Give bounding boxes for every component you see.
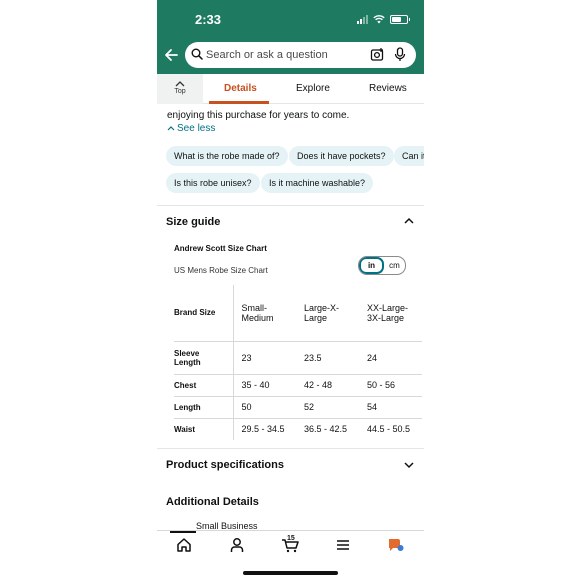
divider	[157, 448, 424, 449]
unit-cm-button[interactable]: cm	[384, 257, 405, 274]
question-chip[interactable]: Is this robe unisex?	[166, 173, 260, 193]
product-specs-title[interactable]: Product specifications	[166, 459, 284, 471]
table-cell: 54	[359, 396, 422, 419]
camera-scan-icon[interactable]	[370, 47, 385, 62]
table-header-cell: Large-X- Large	[296, 285, 359, 342]
table-cell: 23.5	[296, 341, 359, 375]
product-tabs: Top Details Explore Reviews	[157, 74, 424, 104]
table-cell: 42 - 48	[296, 374, 359, 397]
unit-toggle: in cm	[358, 256, 406, 275]
search-input[interactable]: Search or ask a question	[206, 49, 328, 61]
back-arrow-icon[interactable]	[163, 46, 179, 64]
size-guide-title[interactable]: Size guide	[166, 216, 220, 228]
divider	[157, 205, 424, 206]
table-cell: 50	[233, 396, 296, 419]
additional-details-title: Additional Details	[166, 496, 259, 508]
status-time: 2:33	[195, 12, 222, 27]
question-chip[interactable]: Can it	[394, 146, 424, 166]
description-text: enjoying this purchase for years to come…	[167, 110, 350, 121]
table-header-cell: Small- Medium	[233, 285, 296, 342]
cart-count-badge: 15	[287, 535, 295, 542]
table-row-label: Chest	[174, 374, 234, 397]
home-icon[interactable]	[176, 537, 192, 553]
search-icon	[191, 48, 203, 60]
table-row: Waist 29.5 - 34.5 36.5 - 42.5 44.5 - 50.…	[174, 418, 422, 440]
see-less-link[interactable]: See less	[167, 123, 215, 134]
tab-top-label: Top	[174, 88, 186, 95]
tab-top[interactable]: Top	[168, 80, 192, 95]
chevron-up-icon[interactable]	[404, 216, 414, 226]
tab-explore[interactable]: Explore	[296, 83, 330, 94]
question-chip[interactable]: What is the robe made of?	[166, 146, 288, 166]
table-header-label: Brand Size	[174, 285, 234, 342]
see-less-label: See less	[177, 123, 216, 134]
table-cell: 35 - 40	[233, 374, 296, 397]
table-cell: 36.5 - 42.5	[304, 424, 348, 435]
table-cell: 52	[296, 396, 359, 419]
microphone-icon[interactable]	[394, 47, 406, 62]
table-row-label: Waist	[174, 418, 234, 440]
chevron-up-icon	[167, 126, 175, 131]
table-cell: 44.5 - 50.5	[367, 424, 411, 435]
table-cell: 24	[359, 341, 422, 375]
menu-icon[interactable]	[335, 537, 351, 553]
table-row: Chest 35 - 40 42 - 48 50 - 56	[174, 374, 422, 397]
table-cell: 23	[233, 341, 296, 375]
bottom-nav: 15	[157, 530, 424, 580]
phone-screen: 2:33 Search or ask a question Top Detail…	[157, 0, 424, 580]
question-chip[interactable]: Does it have pockets?	[289, 146, 394, 166]
unit-in-button[interactable]: in	[359, 257, 384, 274]
question-chip[interactable]: Is it machine washable?	[261, 173, 374, 193]
app-header: 2:33 Search or ask a question	[157, 0, 424, 74]
table-row: Sleeve Length 23 23.5 24	[174, 341, 422, 375]
status-icons	[357, 12, 410, 26]
table-row-label: Length	[174, 396, 234, 419]
table-cell: 29.5 - 34.5	[241, 424, 285, 435]
chevron-up-icon	[175, 81, 185, 87]
active-tab-indicator	[209, 101, 269, 104]
tab-details[interactable]: Details	[224, 83, 257, 94]
signal-icon	[357, 14, 368, 24]
account-icon[interactable]	[229, 537, 245, 553]
home-indicator	[243, 571, 338, 575]
table-header-cell: XX-Large- 3X-Large	[359, 285, 422, 342]
size-table: Brand Size Small- Medium Large-X- Large …	[174, 285, 422, 440]
table-row: Length 50 52 54	[174, 396, 422, 419]
table-row-label: Sleeve Length	[174, 341, 234, 375]
tab-reviews[interactable]: Reviews	[369, 83, 407, 94]
size-chart-title: Andrew Scott Size Chart	[174, 244, 267, 253]
active-nav-indicator	[170, 531, 196, 533]
search-bar[interactable]: Search or ask a question	[185, 42, 416, 68]
table-header-row: Brand Size Small- Medium Large-X- Large …	[174, 285, 422, 342]
size-chart-subtitle: US Mens Robe Size Chart	[174, 266, 268, 275]
table-cell: 50 - 56	[359, 374, 422, 397]
rufus-icon[interactable]	[387, 537, 405, 553]
chevron-down-icon[interactable]	[404, 460, 414, 470]
wifi-icon	[373, 15, 385, 24]
battery-icon	[390, 14, 410, 24]
